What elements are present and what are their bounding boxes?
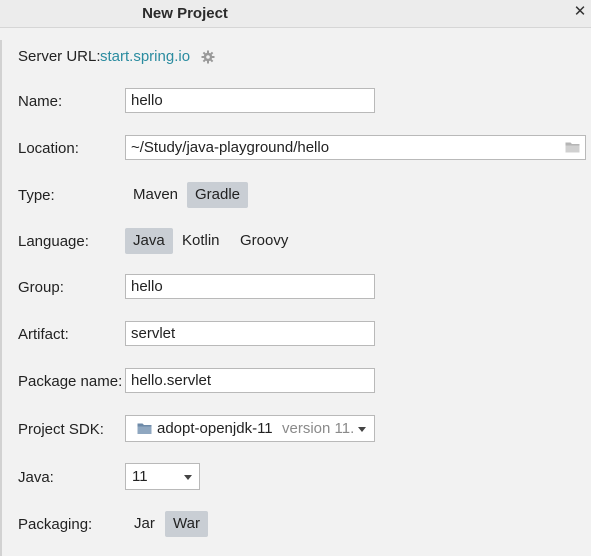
chevron-down-icon xyxy=(358,427,366,432)
java-version-value: 11 xyxy=(132,468,148,485)
name-label: Name: xyxy=(18,93,63,110)
java-label: Java: xyxy=(18,469,54,486)
project-sdk-version: version 11. xyxy=(282,420,355,437)
package-name-label: Package name: xyxy=(18,373,123,390)
chevron-down-icon xyxy=(184,475,192,480)
packaging-option-war[interactable]: War xyxy=(165,511,208,537)
type-option-gradle[interactable]: Gradle xyxy=(187,182,249,208)
location-label: Location: xyxy=(18,140,79,157)
left-border xyxy=(0,40,2,556)
location-field[interactable]: ~/Study/java-playground/hello xyxy=(125,135,586,160)
project-sdk-value: adopt-openjdk-11 xyxy=(157,420,273,437)
language-option-java[interactable]: Java xyxy=(125,228,173,254)
server-url-link[interactable]: start.spring.io xyxy=(100,48,190,65)
java-version-dropdown[interactable]: 11 xyxy=(125,463,200,490)
type-label: Type: xyxy=(18,187,55,204)
language-option-kotlin[interactable]: Kotlin xyxy=(174,228,228,254)
name-field[interactable]: hello xyxy=(125,88,375,113)
group-field[interactable]: hello xyxy=(125,274,375,299)
group-label: Group: xyxy=(18,279,64,296)
location-value: ~/Study/java-playground/hello xyxy=(131,139,330,156)
project-sdk-dropdown[interactable]: adopt-openjdk-11 version 11. xyxy=(125,415,375,442)
packaging-label: Packaging: xyxy=(18,516,93,533)
project-sdk-label: Project SDK: xyxy=(18,421,104,438)
package-name-field[interactable]: hello.servlet xyxy=(125,368,375,393)
close-icon[interactable]: ✕ xyxy=(571,3,589,21)
folder-icon xyxy=(137,423,152,434)
artifact-label: Artifact: xyxy=(18,326,69,343)
language-label: Language: xyxy=(18,233,89,250)
language-option-groovy[interactable]: Groovy xyxy=(232,228,296,254)
server-url-label: Server URL: xyxy=(18,48,101,65)
window-title: New Project xyxy=(142,5,228,22)
artifact-field[interactable]: servlet xyxy=(125,321,375,346)
gear-icon[interactable] xyxy=(201,50,215,64)
folder-icon[interactable] xyxy=(565,141,580,153)
packaging-option-jar[interactable]: Jar xyxy=(126,511,163,537)
type-option-maven[interactable]: Maven xyxy=(125,182,186,208)
title-bar: New Project ✕ xyxy=(0,0,591,28)
